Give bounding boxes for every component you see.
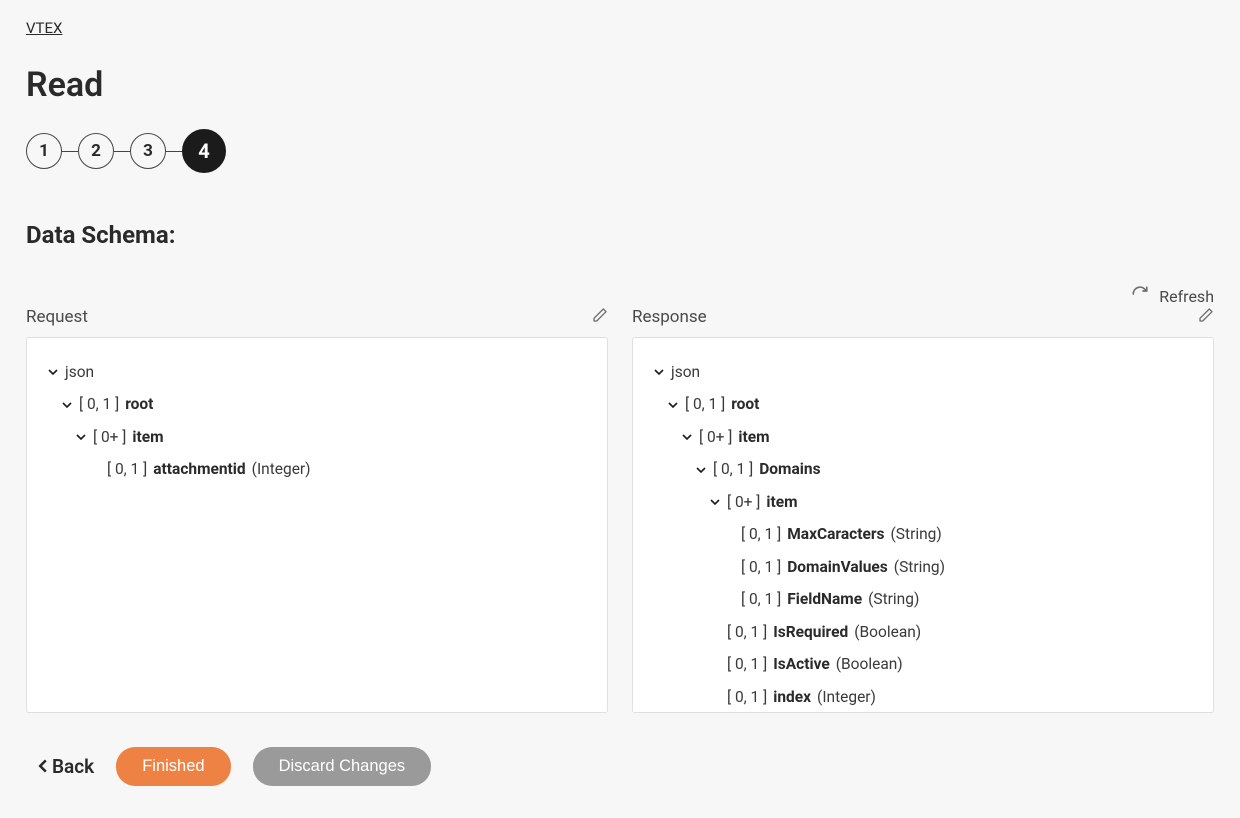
discard-changes-button[interactable]: Discard Changes [253, 747, 432, 786]
tree-cardinality: [ 0+ ] [699, 426, 732, 448]
stepper: 1 2 3 4 [26, 129, 1214, 173]
tree-name: item [766, 491, 797, 513]
request-tree: json [ 0, 1 ] root [ 0+ ] item [ 0, 1 ] … [26, 337, 608, 713]
tree-node[interactable]: [ 0, 1 ] root [653, 388, 1193, 420]
step-separator [114, 151, 130, 152]
tree-leaf[interactable]: [ 0, 1 ] MaxCaracters (String) [653, 518, 1193, 550]
back-button[interactable]: Back [36, 755, 94, 778]
tree-leaf[interactable]: [ 0, 1 ] DomainValues (String) [653, 551, 1193, 583]
finished-button[interactable]: Finished [116, 747, 230, 786]
tree-name: IsActive [773, 653, 829, 675]
tree-cardinality: [ 0, 1 ] [741, 556, 781, 578]
tree-name: item [132, 426, 163, 448]
tree-name: index [773, 686, 811, 708]
response-panel-label: Response [632, 307, 707, 327]
chevron-down-icon [47, 367, 59, 377]
tree-node[interactable]: json [653, 356, 1193, 388]
tree-name: root [731, 393, 759, 415]
tree-node[interactable]: [ 0+ ] item [653, 421, 1193, 453]
tree-cardinality: [ 0, 1 ] [107, 458, 147, 480]
tree-name: DomainValues [787, 556, 888, 578]
tree-node[interactable]: [ 0, 1 ] Domains [653, 453, 1193, 485]
chevron-down-icon [709, 497, 721, 507]
section-heading: Data Schema: [26, 221, 1214, 249]
step-3[interactable]: 3 [130, 133, 166, 169]
chevron-down-icon [695, 465, 707, 475]
request-panel-label: Request [26, 307, 88, 327]
step-4[interactable]: 4 [182, 129, 226, 173]
step-2[interactable]: 2 [78, 133, 114, 169]
tree-name: MaxCaracters [787, 523, 884, 545]
tree-cardinality: [ 0, 1 ] [685, 393, 725, 415]
tree-leaf[interactable]: [ 0, 1 ] IsRequired (Boolean) [653, 616, 1193, 648]
tree-node[interactable]: [ 0+ ] item [47, 421, 587, 453]
tree-cardinality: [ 0, 1 ] [741, 523, 781, 545]
tree-type: (String) [890, 523, 941, 545]
page-title: Read [26, 65, 1214, 105]
tree-cardinality: [ 0, 1 ] [727, 621, 767, 643]
tree-type: (String) [894, 556, 945, 578]
tree-name: root [125, 393, 153, 415]
tree-leaf[interactable]: [ 0, 1 ] FieldName (String) [653, 583, 1193, 615]
tree-cardinality: [ 0, 1 ] [713, 458, 753, 480]
tree-type: (String) [868, 588, 919, 610]
edit-icon[interactable] [592, 307, 608, 327]
tree-name: FieldName [787, 588, 862, 610]
tree-name: IsRequired [773, 621, 848, 643]
tree-cardinality: [ 0, 1 ] [727, 686, 767, 708]
step-1[interactable]: 1 [26, 133, 62, 169]
chevron-down-icon [75, 432, 87, 442]
tree-label: json [671, 361, 700, 383]
chevron-down-icon [653, 367, 665, 377]
step-separator [166, 151, 182, 152]
tree-leaf[interactable]: [ 0, 1 ] IsActive (Boolean) [653, 648, 1193, 680]
chevron-down-icon [61, 400, 73, 410]
tree-name: attachmentid [153, 458, 245, 480]
refresh-button[interactable]: Refresh [26, 285, 1214, 307]
chevron-down-icon [681, 432, 693, 442]
tree-type: (Integer) [252, 458, 311, 480]
tree-cardinality: [ 0, 1 ] [741, 588, 781, 610]
tree-label: json [65, 361, 94, 383]
back-label: Back [52, 755, 94, 778]
tree-name: Domains [759, 458, 820, 480]
breadcrumb-link[interactable]: VTEX [26, 19, 62, 37]
tree-cardinality: [ 0+ ] [727, 491, 760, 513]
edit-icon[interactable] [1198, 307, 1214, 327]
tree-node[interactable]: [ 0+ ] item [653, 486, 1193, 518]
chevron-down-icon [667, 400, 679, 410]
tree-cardinality: [ 0+ ] [93, 426, 126, 448]
tree-type: (Boolean) [836, 653, 903, 675]
tree-node[interactable]: json [47, 356, 587, 388]
refresh-icon [1131, 285, 1149, 307]
chevron-left-icon [36, 755, 50, 778]
tree-cardinality: [ 0, 1 ] [79, 393, 119, 415]
response-tree: json [ 0, 1 ] root [ 0+ ] item [ 0, 1 ] … [632, 337, 1214, 713]
tree-leaf[interactable]: [ 0, 1 ] attachmentid (Integer) [47, 453, 587, 485]
refresh-label: Refresh [1159, 287, 1214, 306]
tree-cardinality: [ 0, 1 ] [727, 653, 767, 675]
step-separator [62, 151, 78, 152]
tree-node[interactable]: [ 0, 1 ] root [47, 388, 587, 420]
tree-type: (Integer) [817, 686, 876, 708]
tree-leaf[interactable]: [ 0, 1 ] index (Integer) [653, 681, 1193, 713]
tree-name: item [738, 426, 769, 448]
tree-type: (Boolean) [854, 621, 921, 643]
